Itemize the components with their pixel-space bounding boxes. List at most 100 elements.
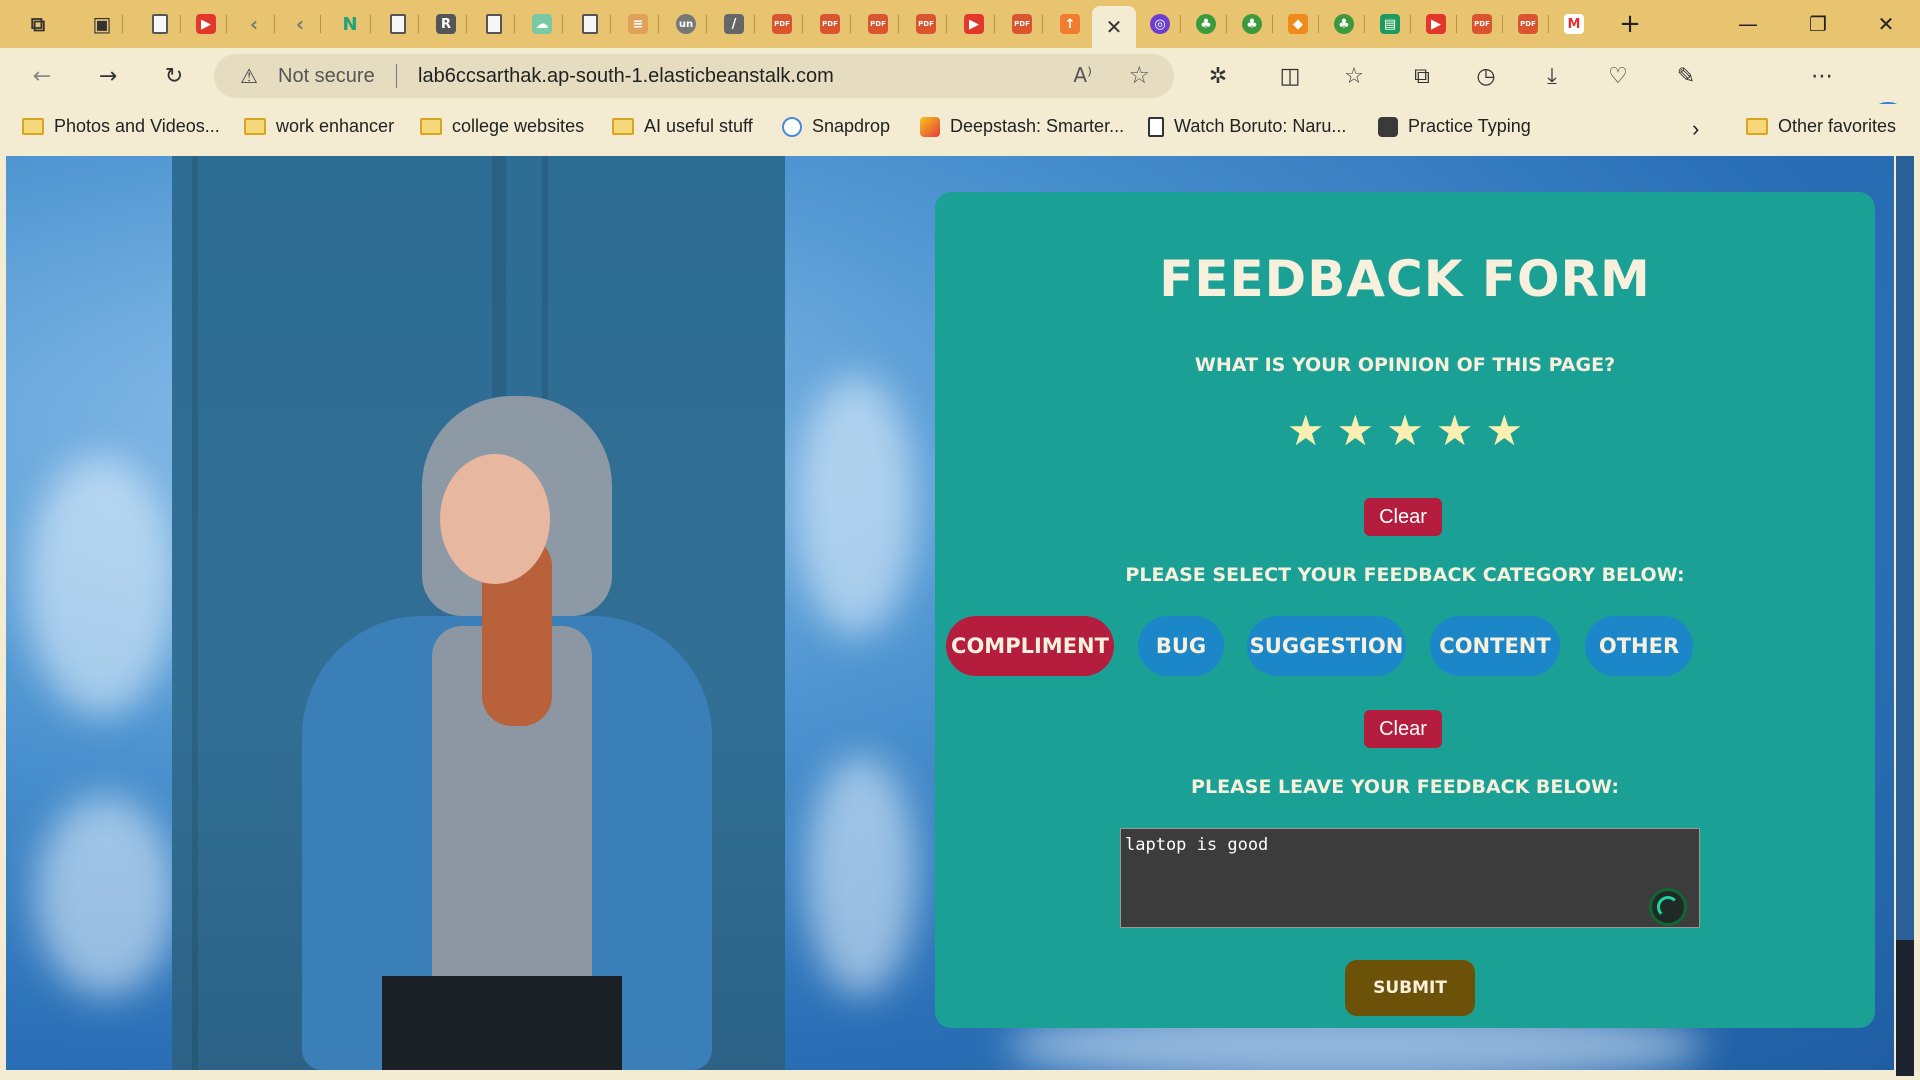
pdf-icon: PDF [1012,14,1032,34]
star-2[interactable]: ★ [1337,410,1375,452]
tab-30[interactable]: M [1554,9,1594,39]
url-text[interactable]: lab6ccsarthak.ap-south-1.elasticbeanstal… [418,65,834,88]
scrollbar-thumb[interactable] [1896,940,1914,1076]
feedback-textarea[interactable]: laptop is good [1120,828,1700,928]
person-face [440,454,550,584]
bookmark-boruto[interactable]: Watch Boruto: Naru... [1148,116,1346,137]
tab-16[interactable]: PDF [858,9,899,39]
star-5[interactable]: ★ [1485,410,1523,452]
pdf-icon: PDF [772,14,792,34]
tab-24[interactable]: ◆ [1278,9,1319,39]
tab-3[interactable]: ‹ [234,9,275,39]
refresh-icon: ↻ [164,63,184,89]
minimize-button[interactable]: — [1720,8,1776,40]
star-4[interactable]: ★ [1436,410,1474,452]
close-icon[interactable]: ✕ [1104,15,1124,39]
security-label[interactable]: Not secure [278,65,375,88]
forward-button[interactable]: → [90,58,126,94]
tab-27[interactable]: ▶ [1416,9,1457,39]
downloads-button[interactable]: ⤓ [1534,58,1570,94]
r-icon: R [436,14,456,34]
tab-25[interactable]: ♣ [1324,9,1365,39]
bookmark-college-websites[interactable]: college websites [420,116,584,137]
tab-23[interactable]: ♣ [1232,9,1273,39]
cloud [26,456,176,716]
settings-menu-button[interactable]: ⋯ [1804,58,1840,94]
tab-14[interactable]: PDF [762,9,803,39]
tab-actions-button[interactable]: ▣ [82,9,123,39]
bookmark-work-enhancer[interactable]: work enhancer [244,116,394,137]
cloud [806,756,916,996]
favorites-button[interactable]: ☆ [1336,58,1372,94]
tab-29[interactable]: PDF [1508,9,1549,39]
clear-rating-button[interactable]: Clear [1364,498,1442,536]
navigation-toolbar: ← → ↻ ⚠ Not secure lab6ccsarthak.ap-sout… [0,48,1920,146]
star-1[interactable]: ★ [1287,410,1325,452]
folder-icon [1746,118,1768,135]
tab-15[interactable]: PDF [810,9,851,39]
tab-21[interactable]: ◎ [1140,9,1181,39]
tab-18[interactable]: ▶ [954,9,995,39]
scrollbar-track[interactable] [1896,156,1914,1076]
bookmark-snapdrop[interactable]: Snapdrop [782,116,890,137]
tab-8[interactable] [474,9,515,39]
page-title: Feedback Form [1159,250,1651,308]
tab-20[interactable]: ↑ [1050,9,1090,39]
tab-26[interactable]: ▤ [1370,9,1411,39]
workspaces-button[interactable]: ⧉ [18,9,58,39]
star-3[interactable]: ★ [1386,410,1424,452]
tab-1[interactable] [140,9,181,39]
tab-9[interactable]: ☁ [522,9,563,39]
other-favorites[interactable]: Other favorites [1746,116,1896,137]
stack-icon: ≡ [628,14,648,34]
clear-category-button[interactable]: Clear [1364,710,1442,748]
tab-5[interactable]: N [330,9,371,39]
category-other-button[interactable]: other [1585,616,1693,676]
bookmark-ai-useful-stuff[interactable]: AI useful stuff [612,116,753,137]
tab-10[interactable] [570,9,611,39]
bookmark-label: Photos and Videos... [54,116,220,136]
bookmark-practice-typing[interactable]: Practice Typing [1378,116,1531,137]
window-close-button[interactable]: ✕ [1858,8,1914,40]
grammar-assistant-icon[interactable] [1649,888,1687,926]
tab-7[interactable]: R [426,9,467,39]
refresh-button[interactable]: ↻ [156,58,192,94]
star-icon[interactable]: ☆ [1128,61,1150,89]
bookmarks-overflow-button[interactable]: › [1692,116,1699,142]
tab-4[interactable]: ‹ [280,9,321,39]
category-content-button[interactable]: content [1430,616,1560,676]
address-bar[interactable]: ⚠ Not secure lab6ccsarthak.ap-south-1.el… [214,54,1174,98]
copilot-edit-button[interactable]: ✎ [1668,58,1704,94]
bookmark-photos-videos[interactable]: Photos and Videos... [22,116,220,137]
tab-12[interactable]: un [666,9,707,39]
tab-6[interactable] [378,9,419,39]
new-tab-button[interactable]: + [1610,9,1650,39]
bookmark-deepstash[interactable]: Deepstash: Smarter... [920,116,1124,137]
category-compliment-button[interactable]: compliment [946,616,1114,676]
tab-22[interactable]: ♣ [1186,9,1227,39]
bookmarks-bar: Photos and Videos... work enhancer colle… [0,104,1920,152]
extensions-button[interactable]: ✲ [1200,58,1236,94]
document-icon [486,14,502,34]
tab-28[interactable]: PDF [1462,9,1503,39]
split-screen-button[interactable]: ◫ [1272,58,1308,94]
document-icon [582,14,598,34]
collections-button[interactable]: ⧉ [1404,58,1440,94]
history-button[interactable]: ◷ [1468,58,1504,94]
browser-essentials-button[interactable]: ♡ [1600,58,1636,94]
tab-11[interactable]: ≡ [618,9,659,39]
restore-button[interactable]: ❐ [1790,8,1846,40]
read-aloud-icon[interactable]: A⁾ [1073,63,1092,87]
tab-17[interactable]: PDF [906,9,947,39]
pdf-icon: PDF [916,14,936,34]
category-bug-button[interactable]: bug [1138,616,1224,676]
favorites-icon: ☆ [1344,63,1364,89]
category-suggestion-button[interactable]: suggestion [1247,616,1406,676]
tab-13[interactable]: / [714,9,755,39]
tab-2[interactable]: ▶ [186,9,227,39]
submit-button[interactable]: Submit [1345,960,1475,1016]
tab-active[interactable]: ✕ [1092,6,1136,48]
tab-19[interactable]: PDF [1002,9,1043,39]
back-button[interactable]: ← [24,58,60,94]
other-favorites-label: Other favorites [1778,116,1897,136]
